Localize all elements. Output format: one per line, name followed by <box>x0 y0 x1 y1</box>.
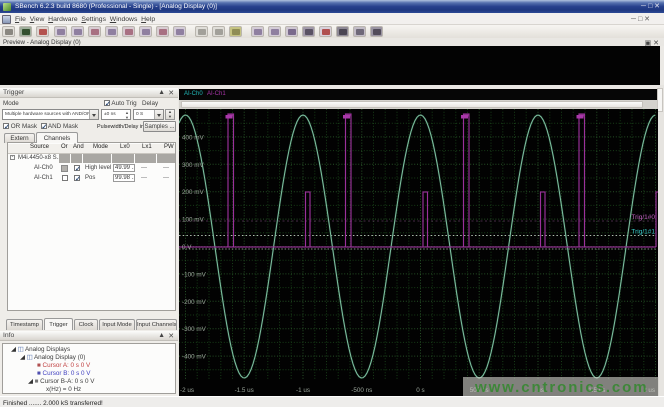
svg-text:-1 us: -1 us <box>296 387 310 394</box>
svg-text:Trig/1#1: Trig/1#1 <box>631 229 655 236</box>
svg-text:400 mV: 400 mV <box>182 134 205 141</box>
svg-text:-500 ns: -500 ns <box>351 387 372 394</box>
svg-text:-300 mV: -300 mV <box>182 326 207 333</box>
svg-text:-200 mV: -200 mV <box>182 299 207 306</box>
svg-text:0 V: 0 V <box>182 244 192 251</box>
svg-text:-100 mV: -100 mV <box>182 271 207 278</box>
svg-text:-400 mV: -400 mV <box>182 354 207 361</box>
svg-text:200 mV: 200 mV <box>182 189 205 196</box>
svg-text:0 s: 0 s <box>416 387 424 394</box>
svg-text:100 mV: 100 mV <box>182 217 205 224</box>
svg-text:-2 us: -2 us <box>180 387 194 394</box>
svg-text:300 mV: 300 mV <box>182 162 205 169</box>
svg-text:-1.5 us: -1.5 us <box>235 387 254 394</box>
svg-text:Trig/1#0: Trig/1#0 <box>631 214 655 221</box>
